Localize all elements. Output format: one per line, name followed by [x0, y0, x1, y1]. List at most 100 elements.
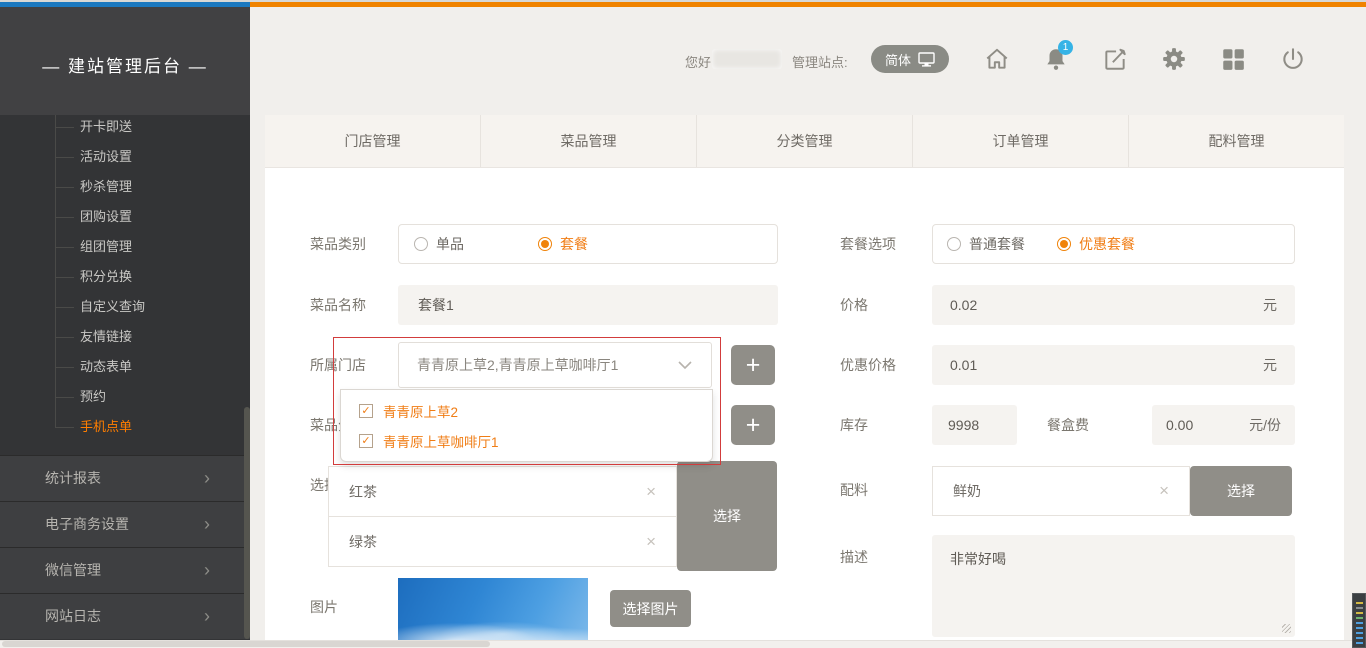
stock-input[interactable]: 9998 [932, 405, 1017, 445]
store-select[interactable]: 青青原上草2,青青原上草咖啡厅1 [398, 342, 712, 388]
sidebar-item-activity-settings[interactable]: 活动设置 [0, 142, 250, 172]
checkbox-checked-icon[interactable]: ✓ [359, 404, 373, 418]
select-ingredient-button[interactable]: 选择 [1190, 466, 1292, 516]
gear-icon[interactable] [1161, 46, 1187, 72]
power-icon[interactable] [1280, 46, 1306, 72]
ingredient-value: 鲜奶 [953, 481, 981, 501]
sidebar-item-group-buy[interactable]: 团购设置 [0, 202, 250, 232]
dish-item-name: 绿茶 [349, 532, 377, 552]
chevron-right-icon: › [204, 502, 210, 547]
tab-category-management[interactable]: 分类管理 [696, 115, 912, 167]
sidebar-item-flash-sale[interactable]: 秒杀管理 [0, 172, 250, 202]
sidebar-item-reservation[interactable]: 预约 [0, 382, 250, 412]
radio-discount-combo-label: 优惠套餐 [1079, 234, 1135, 254]
remove-dish-icon[interactable]: × [646, 532, 656, 552]
ingredient-input[interactable]: 鲜奶 × [932, 466, 1190, 516]
tab-order-management[interactable]: 订单管理 [912, 115, 1128, 167]
description-textarea[interactable]: 非常好喝 [932, 535, 1295, 637]
sidebar-item-friend-links[interactable]: 友情链接 [0, 322, 250, 352]
store-dropdown-option[interactable]: ✓ 青青原上草咖啡厅1 [341, 426, 712, 456]
sidebar-item-open-card-gift[interactable]: 开卡即送 [0, 112, 250, 142]
store-select-value: 青青原上草2,青青原上草咖啡厅1 [417, 355, 618, 375]
radio-single-item[interactable] [414, 237, 428, 251]
price-label: 价格 [840, 295, 868, 315]
horizontal-scrollbar-thumb[interactable] [2, 641, 490, 647]
description-label: 描述 [840, 547, 868, 567]
sidebar-section-ecommerce[interactable]: 电子商务设置 › [0, 501, 250, 547]
select-image-button[interactable]: 选择图片 [610, 590, 691, 627]
radio-normal-combo-label: 普通套餐 [969, 234, 1025, 254]
tab-ingredient-management[interactable]: 配料管理 [1128, 115, 1344, 167]
chevron-down-icon [677, 360, 693, 370]
add-store-button[interactable]: + [731, 345, 775, 385]
plus-icon: + [746, 351, 761, 380]
sidebar-item-points-exchange[interactable]: 积分兑换 [0, 262, 250, 292]
store-label: 所属门店 [310, 355, 366, 375]
sidebar-item-dynamic-form[interactable]: 动态表单 [0, 352, 250, 382]
select-image-button-label: 选择图片 [623, 599, 679, 619]
scroll-minimap-widget[interactable] [1352, 593, 1366, 648]
sidebar-item-mobile-ordering[interactable]: 手机点单 [0, 412, 250, 442]
combo-option-group: 普通套餐 优惠套餐 [932, 224, 1295, 264]
price-input[interactable]: 0.02 元 [932, 285, 1295, 325]
sidebar-scrollbar[interactable] [244, 407, 250, 639]
discount-price-label: 优惠价格 [840, 355, 896, 375]
remove-ingredient-icon[interactable]: × [1159, 481, 1169, 501]
tab-dish-management[interactable]: 菜品管理 [480, 115, 696, 167]
home-icon[interactable] [984, 46, 1010, 72]
checkbox-checked-icon[interactable]: ✓ [359, 434, 373, 448]
radio-single-item-label: 单品 [436, 234, 464, 254]
chevron-right-icon: › [204, 594, 210, 639]
sidebar-section-site-log[interactable]: 网站日志 › [0, 593, 250, 639]
sidebar-section-label: 网站日志 [45, 608, 101, 624]
username-redacted [712, 49, 782, 69]
sidebar-section-statistics[interactable]: 统计报表 › [0, 455, 250, 501]
radio-discount-combo[interactable] [1057, 237, 1071, 251]
tab-bar: 门店管理 菜品管理 分类管理 订单管理 配料管理 [265, 115, 1344, 168]
resize-handle[interactable] [1282, 624, 1291, 633]
stock-value: 9998 [948, 417, 979, 433]
monitor-icon [918, 52, 935, 67]
discount-price-unit: 元 [1263, 355, 1277, 375]
discount-price-input[interactable]: 0.01 元 [932, 345, 1295, 385]
ingredient-label: 配料 [840, 480, 868, 500]
remove-dish-icon[interactable]: × [646, 482, 656, 502]
language-label: 简体 [885, 50, 911, 69]
dish-name-input[interactable]: 套餐1 [398, 285, 778, 325]
store-option-label: 青青原上草咖啡厅1 [383, 431, 499, 451]
select-dishes-button[interactable]: 选择 [677, 461, 777, 571]
sidebar-item-custom-query[interactable]: 自定义查询 [0, 292, 250, 322]
apps-grid-icon[interactable] [1220, 46, 1246, 72]
dish-category-label: 菜品类别 [310, 234, 366, 254]
image-label: 图片 [310, 597, 338, 617]
sidebar-item-group-manage[interactable]: 组团管理 [0, 232, 250, 262]
box-fee-input[interactable]: 0.00 元/份 [1152, 405, 1295, 445]
radio-combo[interactable] [538, 237, 552, 251]
sidebar-section-label: 微信管理 [45, 562, 101, 578]
discount-price-value: 0.01 [950, 357, 977, 373]
page: — 建站管理后台 — 开卡即送 活动设置 秒杀管理 团购设置 组团管理 积分兑换… [0, 0, 1366, 648]
sidebar-section-label: 电子商务设置 [45, 516, 129, 532]
notification-badge: 1 [1058, 40, 1073, 55]
chevron-right-icon: › [204, 548, 210, 593]
dish-item-row: 绿茶 × [328, 516, 677, 567]
sidebar-section-wechat[interactable]: 微信管理 › [0, 547, 250, 593]
stock-label: 库存 [840, 415, 868, 435]
add-classification-button[interactable]: + [731, 405, 775, 445]
edit-icon[interactable] [1102, 46, 1128, 72]
dish-item-name: 红茶 [349, 482, 377, 502]
language-button[interactable]: 简体 [871, 45, 949, 73]
description-value: 非常好喝 [950, 549, 1006, 569]
radio-normal-combo[interactable] [947, 237, 961, 251]
radio-combo-label: 套餐 [560, 234, 588, 254]
box-fee-value: 0.00 [1166, 417, 1193, 433]
store-dropdown-option[interactable]: ✓ 青青原上草2 [341, 396, 712, 426]
chevron-right-icon: › [204, 456, 210, 501]
tab-store-management[interactable]: 门店管理 [265, 115, 480, 167]
plus-icon: + [746, 411, 761, 440]
store-option-label: 青青原上草2 [383, 401, 458, 421]
box-fee-label: 餐盒费 [1047, 415, 1089, 435]
dish-category-group: 单品 套餐 [398, 224, 778, 264]
price-value: 0.02 [950, 297, 977, 313]
dish-name-label: 菜品名称 [310, 295, 366, 315]
